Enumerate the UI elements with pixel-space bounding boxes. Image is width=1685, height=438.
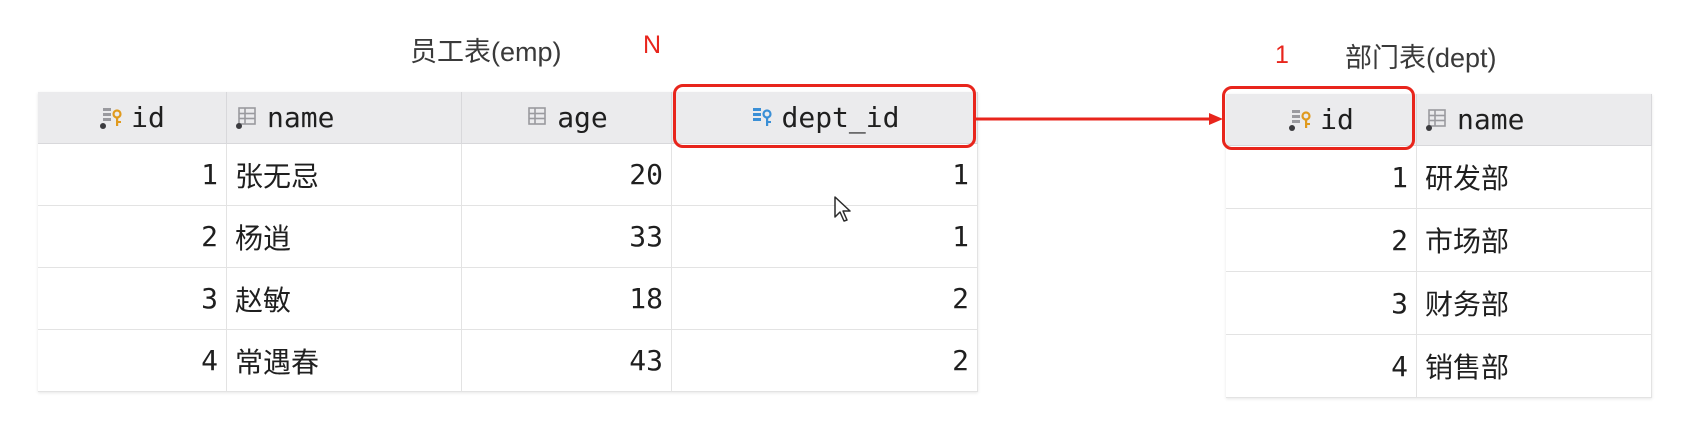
emp-cell-id[interactable]: 1 — [38, 144, 227, 206]
emp-cell-dept-id[interactable]: 1 — [672, 144, 978, 206]
emp-cell-age[interactable]: 20 — [462, 144, 672, 206]
dept-cell-name[interactable]: 市场部 — [1417, 209, 1652, 272]
emp-cell-dept-id[interactable]: 1 — [672, 206, 978, 268]
dept-pk-highlight-box — [1222, 86, 1415, 150]
dept-cell-id[interactable]: 3 — [1226, 272, 1417, 335]
emp-table-title: 员工表(emp) — [410, 37, 562, 67]
emp-cell-name[interactable]: 赵敏 — [227, 268, 462, 330]
emp-cell-id[interactable]: 2 — [38, 206, 227, 268]
emp-header-age[interactable]: age — [462, 92, 672, 144]
dept-cardinality-label: 1 — [1275, 41, 1289, 69]
emp-header-label: name — [267, 101, 335, 134]
dept-table-title: 部门表(dept) — [1345, 43, 1497, 73]
primary-key-column-icon — [99, 105, 125, 131]
emp-cell-id[interactable]: 4 — [38, 330, 227, 392]
emp-cardinality-label: N — [643, 31, 662, 59]
emp-cell-age[interactable]: 43 — [462, 330, 672, 392]
emp-cell-name[interactable]: 杨逍 — [227, 206, 462, 268]
dept-cell-id[interactable]: 2 — [1226, 209, 1417, 272]
dept-header-label: name — [1457, 103, 1525, 136]
dept-cell-name[interactable]: 财务部 — [1417, 272, 1652, 335]
dept-cell-id[interactable]: 1 — [1226, 146, 1417, 209]
emp-cell-name[interactable]: 常遇春 — [227, 330, 462, 392]
dept-cell-name[interactable]: 销售部 — [1417, 335, 1652, 398]
relation-arrow — [975, 113, 1223, 125]
dept-header-name[interactable]: name — [1417, 94, 1652, 146]
dept-cell-name[interactable]: 研发部 — [1417, 146, 1652, 209]
column-icon — [525, 105, 551, 131]
emp-cell-age[interactable]: 18 — [462, 268, 672, 330]
emp-header-id[interactable]: id — [38, 92, 227, 144]
emp-cell-id[interactable]: 3 — [38, 268, 227, 330]
emp-cell-name[interactable]: 张无忌 — [227, 144, 462, 206]
dept-id-highlight-box — [673, 84, 976, 148]
mouse-cursor-icon — [834, 196, 851, 222]
emp-header-name[interactable]: name — [227, 92, 462, 144]
emp-header-label: age — [557, 101, 608, 134]
column-icon — [235, 105, 261, 131]
emp-header-label: id — [131, 101, 165, 134]
dept-cell-id[interactable]: 4 — [1226, 335, 1417, 398]
emp-cell-age[interactable]: 33 — [462, 206, 672, 268]
emp-cell-dept-id[interactable]: 2 — [672, 268, 978, 330]
emp-cell-dept-id[interactable]: 2 — [672, 330, 978, 392]
column-icon — [1425, 107, 1451, 133]
